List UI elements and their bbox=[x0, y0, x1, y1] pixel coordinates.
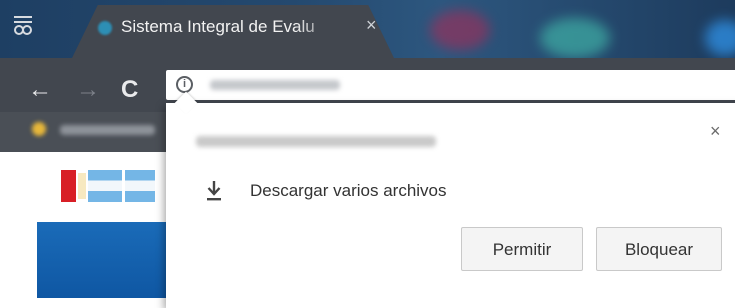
page-logo-flag bbox=[125, 170, 155, 202]
forward-arrow-icon[interactable]: → bbox=[76, 78, 100, 102]
page-logo-part bbox=[61, 170, 76, 202]
reload-icon[interactable]: C bbox=[121, 78, 138, 102]
site-favicon-icon bbox=[98, 21, 112, 35]
download-icon bbox=[205, 180, 223, 204]
background-blur bbox=[540, 18, 610, 58]
bookmark-favicon-icon bbox=[32, 122, 46, 136]
page-blue-banner bbox=[37, 222, 177, 298]
blurred-origin bbox=[196, 136, 436, 147]
background-blur bbox=[705, 20, 735, 56]
background-blur bbox=[430, 10, 490, 50]
block-button[interactable]: Bloquear bbox=[596, 227, 722, 271]
back-arrow-icon[interactable]: ← bbox=[28, 78, 52, 102]
browser-menu-icon[interactable] bbox=[11, 13, 35, 37]
tab-title-fade bbox=[295, 14, 345, 42]
popup-close-icon[interactable]: × bbox=[710, 121, 721, 142]
page-logo-part bbox=[78, 173, 86, 199]
blurred-url bbox=[210, 80, 340, 90]
page-logo-flag bbox=[88, 170, 122, 202]
blurred-bookmark bbox=[60, 125, 155, 135]
permission-request-text: Descargar varios archivos bbox=[250, 181, 447, 200]
allow-button[interactable]: Permitir bbox=[461, 227, 583, 271]
permission-popup bbox=[166, 103, 735, 308]
tab-close-icon[interactable]: × bbox=[366, 15, 377, 36]
site-info-icon[interactable]: i bbox=[176, 76, 193, 93]
